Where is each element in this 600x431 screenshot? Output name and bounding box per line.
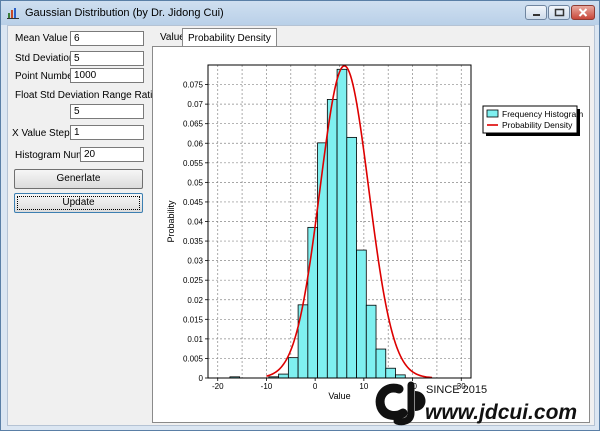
- y-axis-label: Probability: [166, 200, 176, 243]
- legend-swatch-histogram: [486, 109, 499, 118]
- histogram-bar: [365, 304, 377, 379]
- y-tick-label: 0.065: [183, 120, 204, 129]
- x-tick-label: 10: [359, 382, 368, 391]
- tab-probability-density[interactable]: Probability Density: [182, 28, 277, 48]
- mean-label: Mean Value: [15, 33, 68, 44]
- histogram-bar: [336, 68, 348, 379]
- mean-value-input[interactable]: 6: [70, 31, 144, 46]
- x-value-step-input[interactable]: 1: [70, 125, 144, 140]
- y-tick-label: 0.015: [183, 315, 204, 324]
- histogram-bar: [278, 373, 289, 379]
- cjd-logo-icon: [375, 381, 426, 426]
- x-tick-label: -20: [212, 382, 224, 391]
- tab-panel-probability-density: -20 -10 0 10 20 30 0 0.005 0.01 0.015 0.02 0.025 0.0…: [152, 46, 590, 423]
- update-button[interactable]: Update: [14, 193, 143, 213]
- probability-density-chart: -20 -10 0 10 20 3000.0050.010.0150.020.0250.0…: [166, 64, 583, 401]
- point-number-input[interactable]: 1000: [70, 68, 144, 83]
- legend-label-density: Probability Density: [502, 120, 573, 130]
- app-icon: [7, 8, 19, 19]
- std-deviation-label: Std Deviation: [15, 53, 75, 64]
- close-icon: [578, 8, 588, 17]
- title-bar[interactable]: Gaussian Distribution (by Dr. Jidong Cui…: [1, 1, 599, 25]
- y-tick-label: 0.03: [187, 257, 203, 266]
- minimize-button[interactable]: [525, 5, 547, 20]
- y-tick-label: 0.045: [183, 198, 204, 207]
- x-axis-label: Value: [328, 391, 350, 401]
- maximize-button[interactable]: [548, 5, 570, 20]
- histogram-bars: [229, 68, 406, 379]
- y-tick-label: 0.06: [187, 139, 203, 148]
- point-number-label: Point Number: [15, 71, 77, 82]
- window-title: Gaussian Distribution (by Dr. Jidong Cui…: [25, 7, 224, 19]
- legend: Frequency Histogram Probability Density: [482, 105, 583, 136]
- y-tick-label: 0.055: [183, 159, 204, 168]
- range-ratio-input[interactable]: 5: [70, 104, 144, 119]
- watermark-url: www.jdcui.com: [425, 401, 577, 424]
- y-tick-label: 0.04: [187, 218, 203, 227]
- std-deviation-input[interactable]: 5: [70, 51, 144, 66]
- y-tick-label: 0.025: [183, 276, 204, 285]
- maximize-icon: [554, 8, 565, 17]
- y-tick-label: 0.035: [183, 237, 204, 246]
- y-tick-label: 0.01: [187, 335, 203, 344]
- y-tick-label: 0.05: [187, 178, 203, 187]
- y-tick-label: 0.005: [183, 354, 204, 363]
- watermark-logo: SINCE 2015 www.jdcui.com: [375, 381, 577, 426]
- histogram-bar: [356, 249, 367, 379]
- y-tick-label: 0.075: [183, 81, 204, 90]
- close-button[interactable]: [571, 5, 595, 20]
- x-value-step-label: X Value Step: [12, 128, 70, 139]
- histogram-bar: [346, 136, 357, 379]
- histogram-bar: [326, 99, 338, 379]
- client-area: Mean Value 6 Std Deviation 5 Point Numbe…: [7, 25, 595, 426]
- x-tick-label: 0: [313, 382, 318, 391]
- watermark-since: SINCE 2015: [426, 384, 487, 396]
- range-ratio-label: Float Std Deviation Range Ratio1: [15, 90, 164, 101]
- app-window: Gaussian Distribution (by Dr. Jidong Cui…: [0, 0, 600, 431]
- histogram-bar: [287, 357, 299, 379]
- legend-label-histogram: Frequency Histogram: [502, 109, 583, 119]
- histogram-bar: [317, 142, 328, 379]
- y-tick-label: 0.07: [187, 100, 203, 109]
- minimize-icon: [533, 14, 540, 16]
- y-tick-label: 0: [199, 374, 204, 383]
- y-tick-label: 0.02: [187, 296, 203, 305]
- generate-button[interactable]: Generlate: [14, 169, 143, 189]
- histogram-number-input[interactable]: 20: [80, 147, 144, 162]
- x-tick-label: -10: [261, 382, 273, 391]
- histogram-bar: [297, 304, 309, 379]
- histogram-bar: [307, 226, 318, 379]
